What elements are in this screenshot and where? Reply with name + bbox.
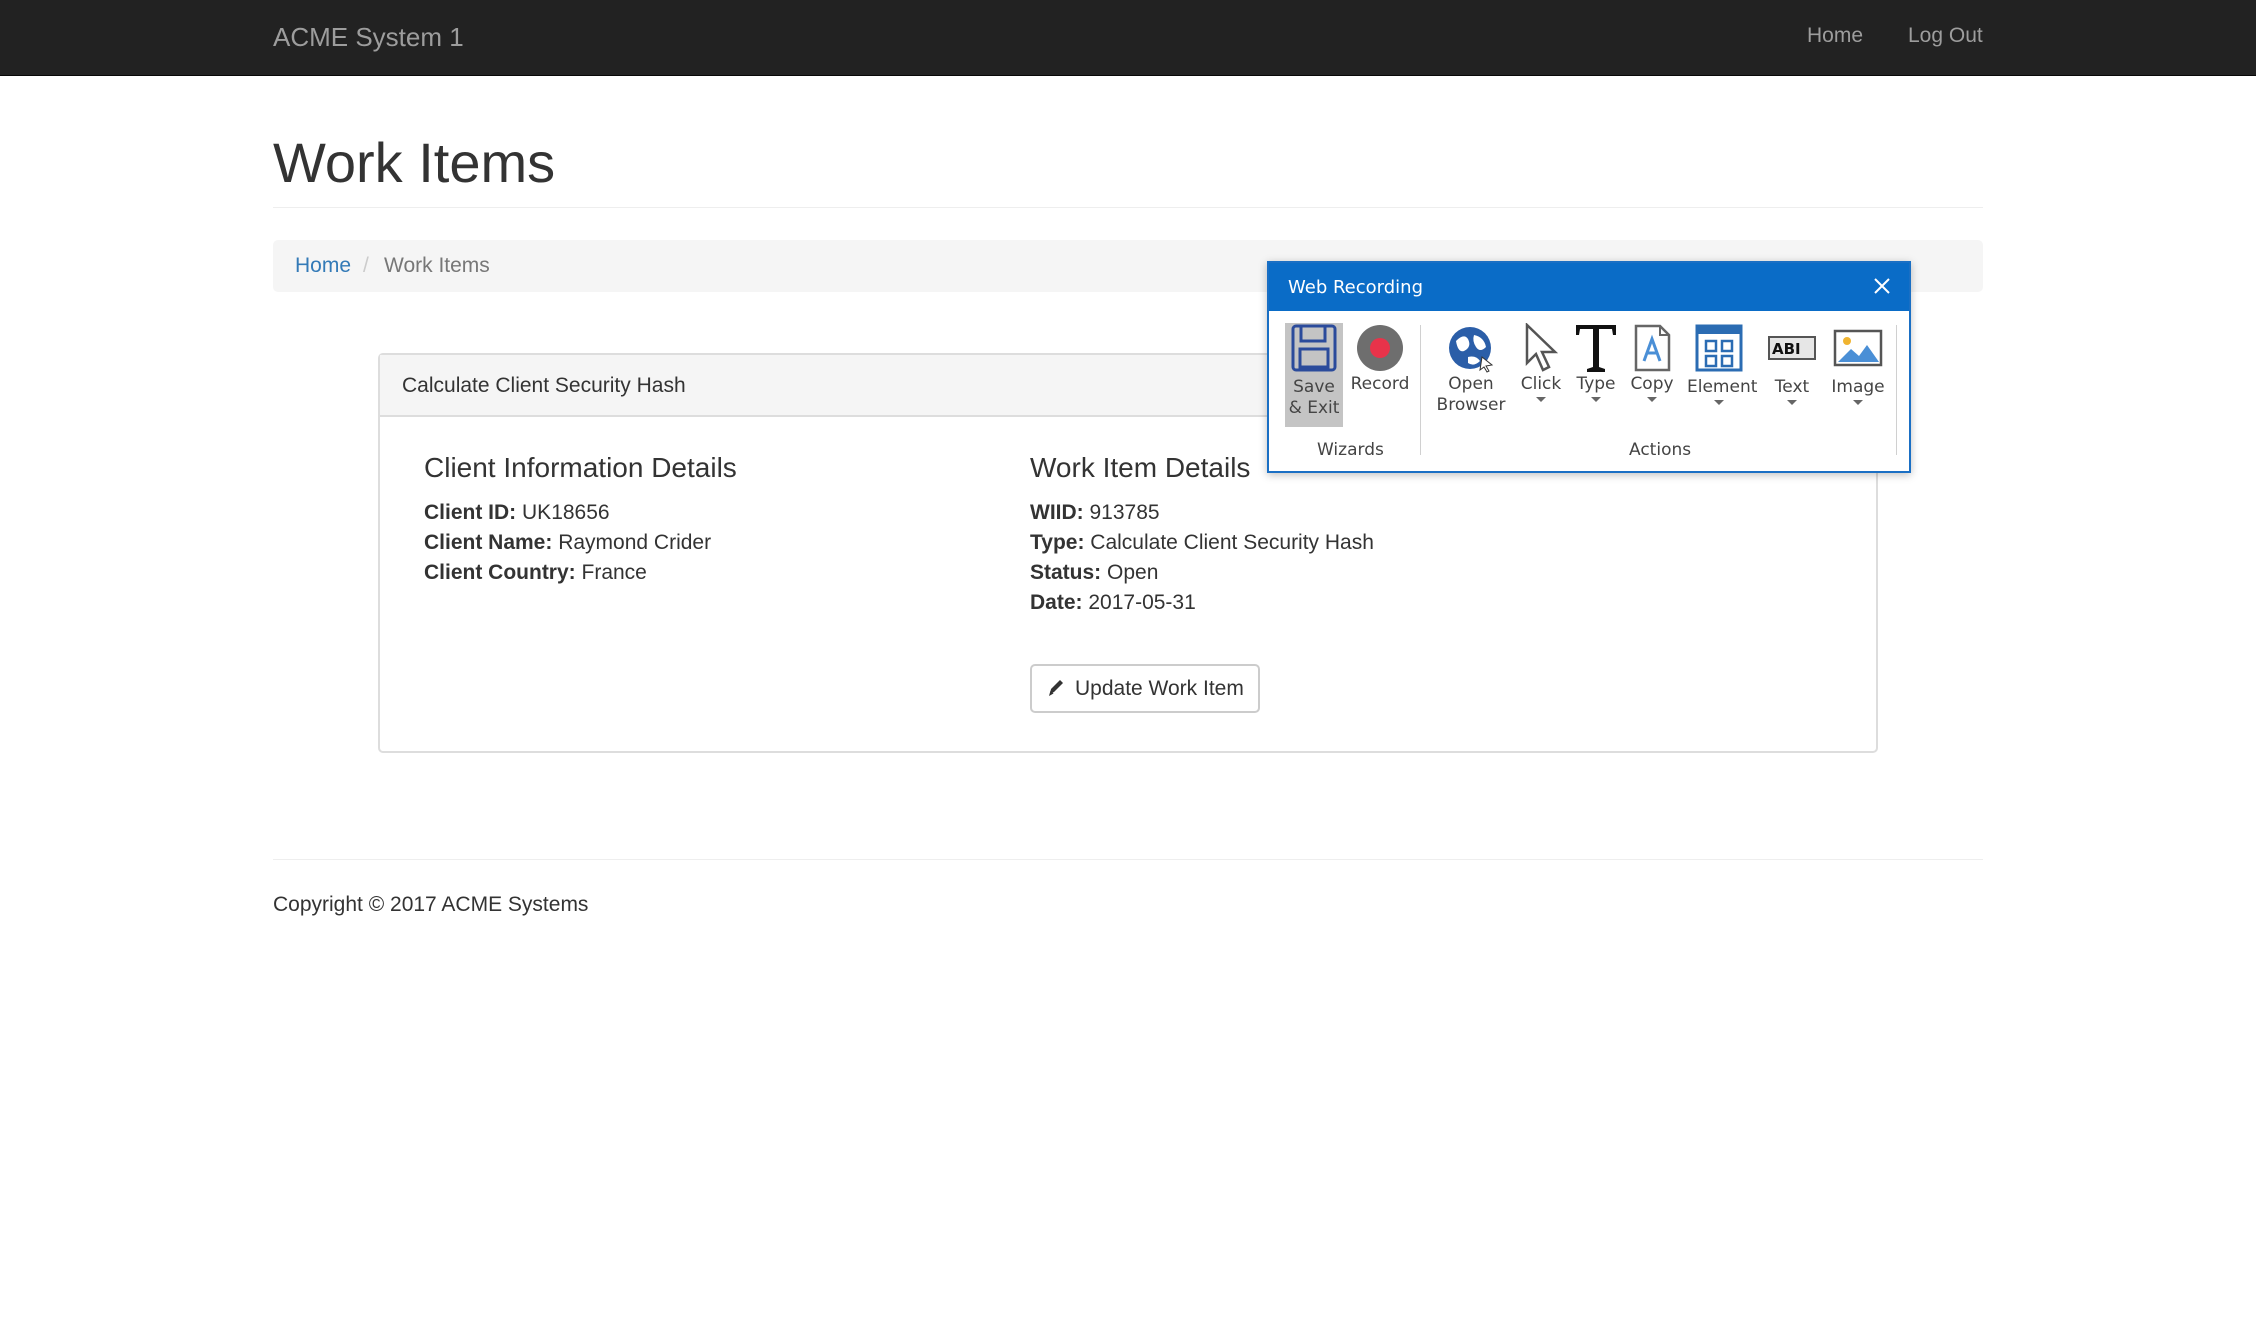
- client-details-heading: Client Information Details: [424, 452, 737, 483]
- breadcrumb-separator: /: [363, 254, 369, 277]
- element-button[interactable]: Element: [1687, 323, 1758, 405]
- client-id-value: UK18656: [522, 501, 610, 524]
- client-country-row: Client Country: France: [424, 561, 647, 585]
- client-id-label: Client ID:: [424, 501, 517, 524]
- chevron-down-icon: [1787, 400, 1797, 405]
- chevron-down-icon: [1647, 397, 1657, 402]
- web-recording-toolbar: Web Recording Save & Exit Record Open Br…: [1267, 261, 1911, 473]
- nav-home-link[interactable]: Home: [1807, 24, 1863, 48]
- globe-icon: [1449, 327, 1494, 373]
- client-name-label: Client Name:: [424, 531, 553, 554]
- date-row: Date: 2017-05-31: [1030, 591, 1196, 615]
- type-label: Type:: [1030, 531, 1085, 554]
- floppy-disk-icon: [1291, 324, 1337, 372]
- wiid-value: 913785: [1089, 501, 1160, 524]
- client-country-value: France: [581, 561, 647, 584]
- element-label: Element: [1687, 377, 1758, 397]
- recorder-titlebar[interactable]: Web Recording: [1269, 263, 1909, 311]
- copy-label: Copy: [1630, 374, 1674, 394]
- chevron-down-icon: [1591, 397, 1601, 402]
- click-button[interactable]: Click: [1517, 323, 1565, 402]
- element-grid-icon: [1695, 324, 1743, 372]
- text-field-icon: ABI: [1768, 336, 1816, 360]
- group-divider: [1896, 325, 1897, 455]
- close-icon[interactable]: [1869, 273, 1895, 299]
- save-exit-label-2: & Exit: [1288, 398, 1340, 418]
- save-exit-button[interactable]: Save & Exit: [1285, 323, 1343, 427]
- open-browser-label-1: Open: [1448, 374, 1494, 394]
- chevron-down-icon: [1714, 400, 1724, 405]
- copy-button[interactable]: Copy: [1629, 323, 1675, 402]
- panel-title: Calculate Client Security Hash: [402, 374, 686, 397]
- client-name-row: Client Name: Raymond Crider: [424, 531, 711, 555]
- type-value: Calculate Client Security Hash: [1090, 531, 1374, 554]
- date-value: 2017-05-31: [1088, 591, 1196, 614]
- open-browser-button[interactable]: Open Browser: [1429, 323, 1513, 416]
- image-label: Image: [1831, 377, 1885, 397]
- footer-divider: [273, 859, 1983, 860]
- click-label: Click: [1520, 374, 1562, 394]
- open-browser-label-2: Browser: [1436, 395, 1506, 415]
- recorder-title: Web Recording: [1288, 277, 1423, 298]
- top-navbar: ACME System 1 Home Log Out: [0, 0, 2256, 76]
- copy-document-icon: [1634, 324, 1671, 372]
- wiid-label: WIID:: [1030, 501, 1084, 524]
- date-label: Date:: [1030, 591, 1083, 614]
- type-label: Type: [1576, 374, 1616, 394]
- status-row: Status: Open: [1030, 561, 1158, 585]
- update-button-label: Update Work Item: [1075, 677, 1244, 700]
- client-id-row: Client ID: UK18656: [424, 501, 610, 525]
- client-country-label: Client Country:: [424, 561, 576, 584]
- page-title: Work Items: [273, 131, 556, 194]
- save-exit-label-1: Save: [1293, 377, 1335, 397]
- chevron-down-icon: [1853, 400, 1863, 405]
- pencil-icon: [1048, 677, 1066, 703]
- update-work-item-button[interactable]: Update Work Item: [1030, 664, 1260, 713]
- chevron-down-icon: [1536, 397, 1546, 402]
- client-name-value: Raymond Crider: [558, 531, 712, 554]
- status-label: Status:: [1030, 561, 1102, 584]
- actions-group-label: Actions: [1629, 440, 1692, 460]
- image-icon: [1833, 329, 1883, 367]
- wiid-row: WIID: 913785: [1030, 501, 1160, 525]
- image-button[interactable]: Image: [1827, 323, 1889, 405]
- type-t-icon: [1576, 325, 1616, 372]
- work-item-details-heading: Work Item Details: [1030, 452, 1251, 483]
- group-divider: [1420, 325, 1421, 455]
- status-value: Open: [1107, 561, 1159, 584]
- type-row: Type: Calculate Client Security Hash: [1030, 531, 1374, 555]
- record-button[interactable]: Record: [1349, 323, 1411, 395]
- wizards-group-label: Wizards: [1317, 440, 1384, 460]
- text-label: Text: [1774, 377, 1810, 397]
- record-label: Record: [1350, 374, 1410, 394]
- type-button[interactable]: Type: [1573, 323, 1619, 402]
- record-icon: [1357, 325, 1403, 371]
- title-divider: [273, 207, 1983, 208]
- breadcrumb-home-link[interactable]: Home: [295, 254, 351, 278]
- svg-text:ABI: ABI: [1772, 340, 1801, 358]
- footer-copyright: Copyright © 2017 ACME Systems: [273, 893, 589, 916]
- text-button[interactable]: ABI Text: [1765, 323, 1819, 405]
- brand-name[interactable]: ACME System 1: [273, 22, 464, 53]
- nav-logout-link[interactable]: Log Out: [1908, 24, 1983, 48]
- cursor-arrow-icon: [1525, 323, 1559, 372]
- breadcrumb-current: Work Items: [384, 254, 490, 277]
